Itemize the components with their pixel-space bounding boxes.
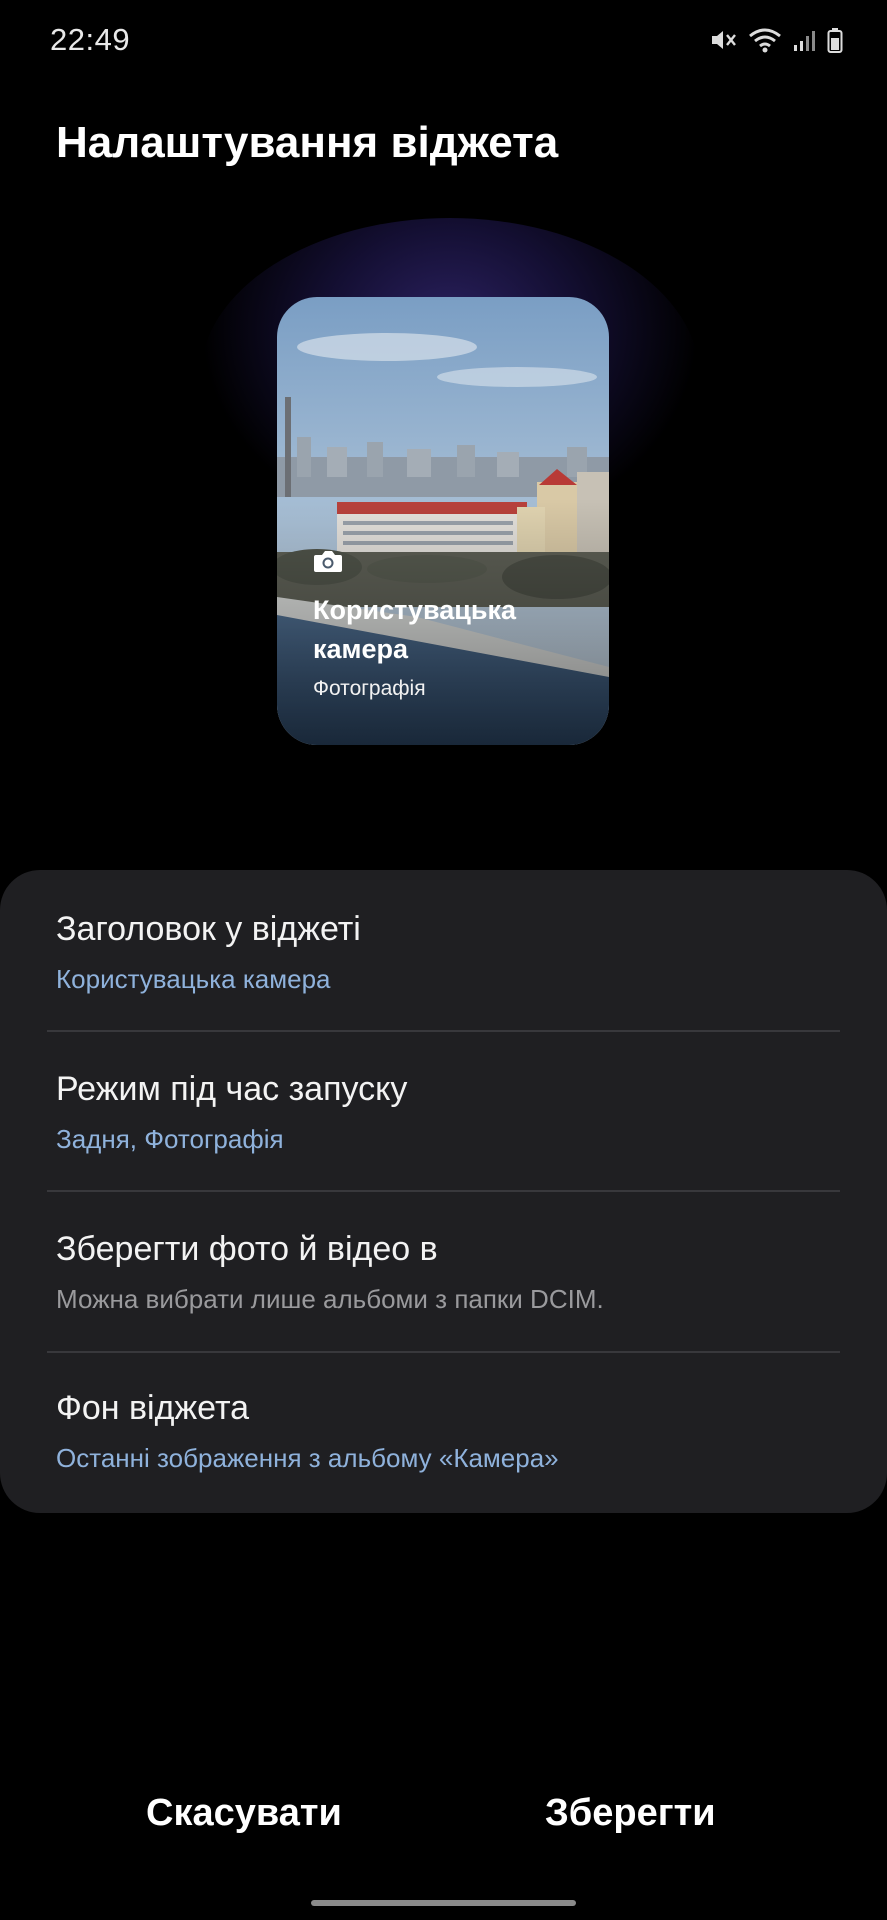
setting-title: Режим під час запуску: [56, 1070, 408, 1108]
status-icons: [709, 26, 843, 54]
setting-save-location[interactable]: Зберегти фото й відео в Можна вибрати ли…: [0, 1192, 887, 1352]
battery-icon: [827, 27, 843, 53]
save-button[interactable]: Зберегти: [545, 1792, 716, 1835]
setting-launch-mode[interactable]: Режим під час запуску Задня, Фотографія: [0, 1032, 887, 1192]
widget-title: Користувацька камера: [313, 595, 516, 664]
settings-panel: Заголовок у віджеті Користувацька камера…: [0, 870, 887, 1513]
widget-subtitle: Фотографія: [313, 677, 426, 700]
status-bar: 22:49: [0, 0, 887, 86]
wifi-icon: [747, 26, 783, 54]
home-indicator[interactable]: [311, 1900, 576, 1906]
mute-icon: [709, 27, 737, 53]
signal-icon: [793, 28, 817, 52]
setting-value: Задня, Фотографія: [56, 1124, 284, 1154]
setting-value: Останні зображення з альбому «Камера»: [56, 1443, 559, 1473]
setting-title: Зберегти фото й відео в: [56, 1230, 438, 1268]
cancel-button[interactable]: Скасувати: [146, 1792, 342, 1835]
setting-value: Користувацька камера: [56, 964, 331, 994]
status-time: 22:49: [50, 22, 131, 57]
setting-title: Фон віджета: [56, 1389, 250, 1427]
setting-widget-background[interactable]: Фон віджета Останні зображення з альбому…: [0, 1353, 887, 1513]
widget-preview-card: Користувацька камера Фотографія: [277, 297, 609, 745]
page-title: Налаштування віджета: [56, 118, 559, 167]
camera-icon: [313, 549, 343, 578]
setting-title: Заголовок у віджеті: [56, 910, 361, 948]
setting-value: Можна вибрати лише альбоми з папки DCIM.: [56, 1284, 604, 1314]
setting-widget-title[interactable]: Заголовок у віджеті Користувацька камера: [0, 870, 887, 1030]
